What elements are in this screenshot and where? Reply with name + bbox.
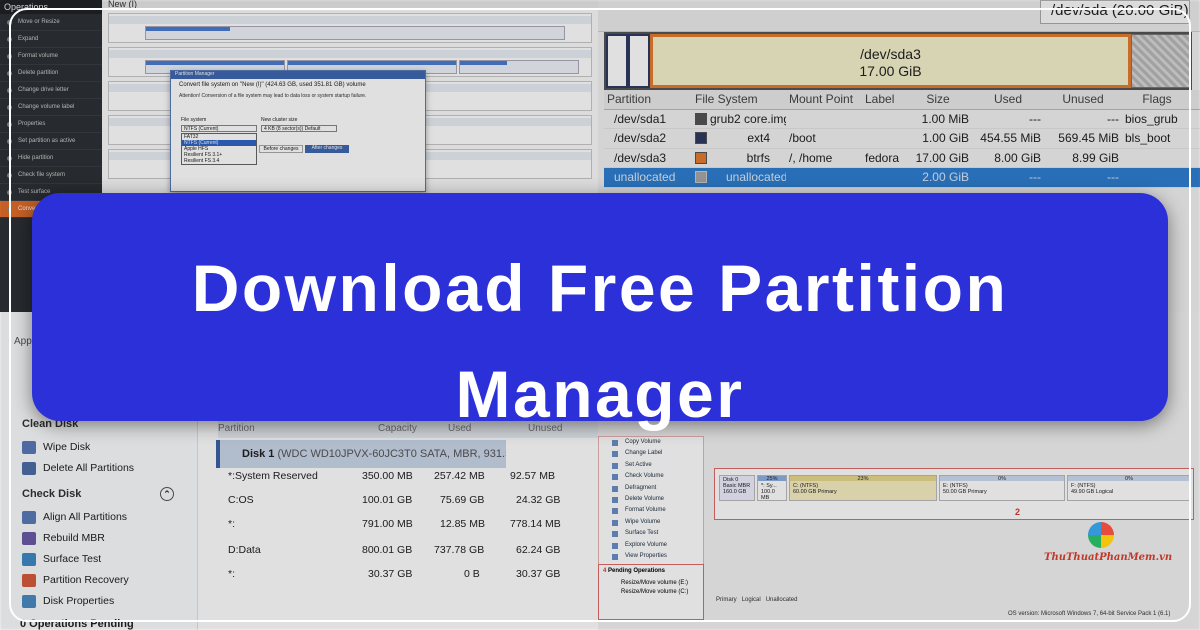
banner-title-line-2: Manager	[455, 357, 745, 431]
site-watermark: ThuThuatPhanMem.vn	[1044, 522, 1173, 568]
title-banner: Download Free Partition Manager	[32, 193, 1168, 431]
watermark-text: ThuThuatPhanMem.vn	[1044, 552, 1173, 563]
pinwheel-logo-icon	[1088, 522, 1114, 548]
thumbnail-stage: Operations Move or Resize Expand Format …	[0, 0, 1200, 630]
banner-title-line-1: Download Free Partition	[191, 251, 1009, 325]
banner-title: Download Free Partition Manager	[32, 235, 1168, 447]
